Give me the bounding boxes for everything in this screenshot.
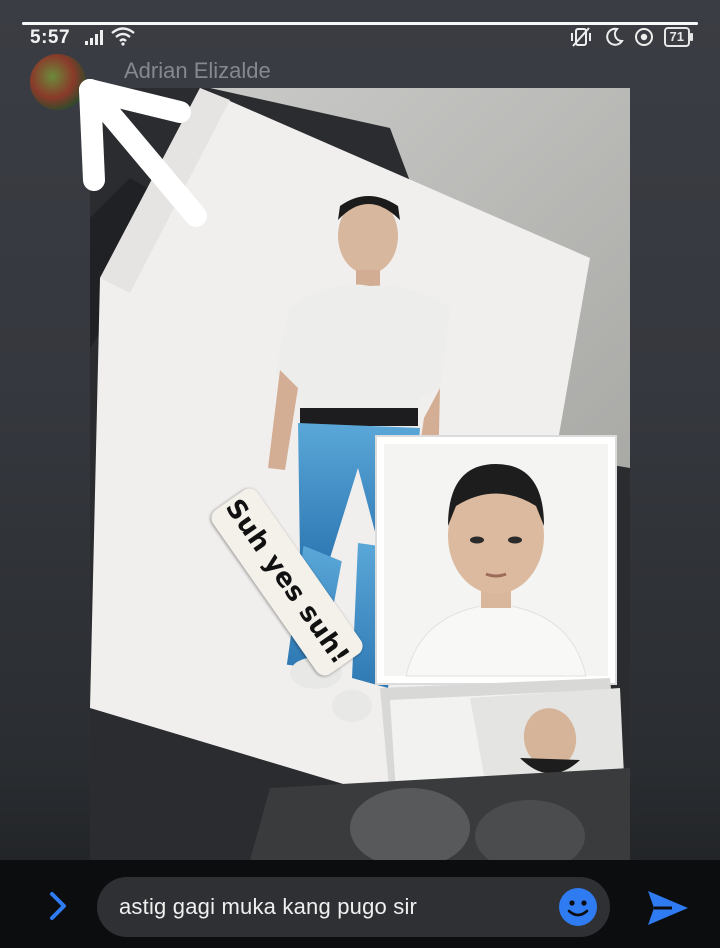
battery-indicator: 71 (663, 27, 694, 47)
data-saver-icon (634, 28, 653, 46)
reply-input[interactable]: astig gagi muka kang pugo sir (97, 877, 610, 937)
status-time: 5:57 (30, 27, 71, 48)
expand-button[interactable] (40, 888, 76, 924)
moon-icon (605, 27, 624, 46)
reply-bar: astig gagi muka kang pugo sir (0, 860, 720, 948)
status-left-icons (84, 26, 136, 46)
vibrate-icon (570, 27, 591, 47)
signal-bars-icon (85, 30, 103, 45)
passport-photo (375, 435, 617, 685)
wifi-icon (111, 27, 135, 46)
chevron-right-icon (50, 892, 66, 920)
emoji-button[interactable] (558, 887, 598, 927)
send-icon (648, 891, 688, 925)
send-button[interactable] (646, 888, 690, 928)
status-right-icons: 71 (568, 26, 694, 48)
reply-input-text: astig gagi muka kang pugo sir (119, 894, 418, 919)
arrow-annotation (79, 79, 207, 227)
smiley-icon (559, 888, 597, 926)
status-bar: 5:57 71 (0, 24, 720, 54)
